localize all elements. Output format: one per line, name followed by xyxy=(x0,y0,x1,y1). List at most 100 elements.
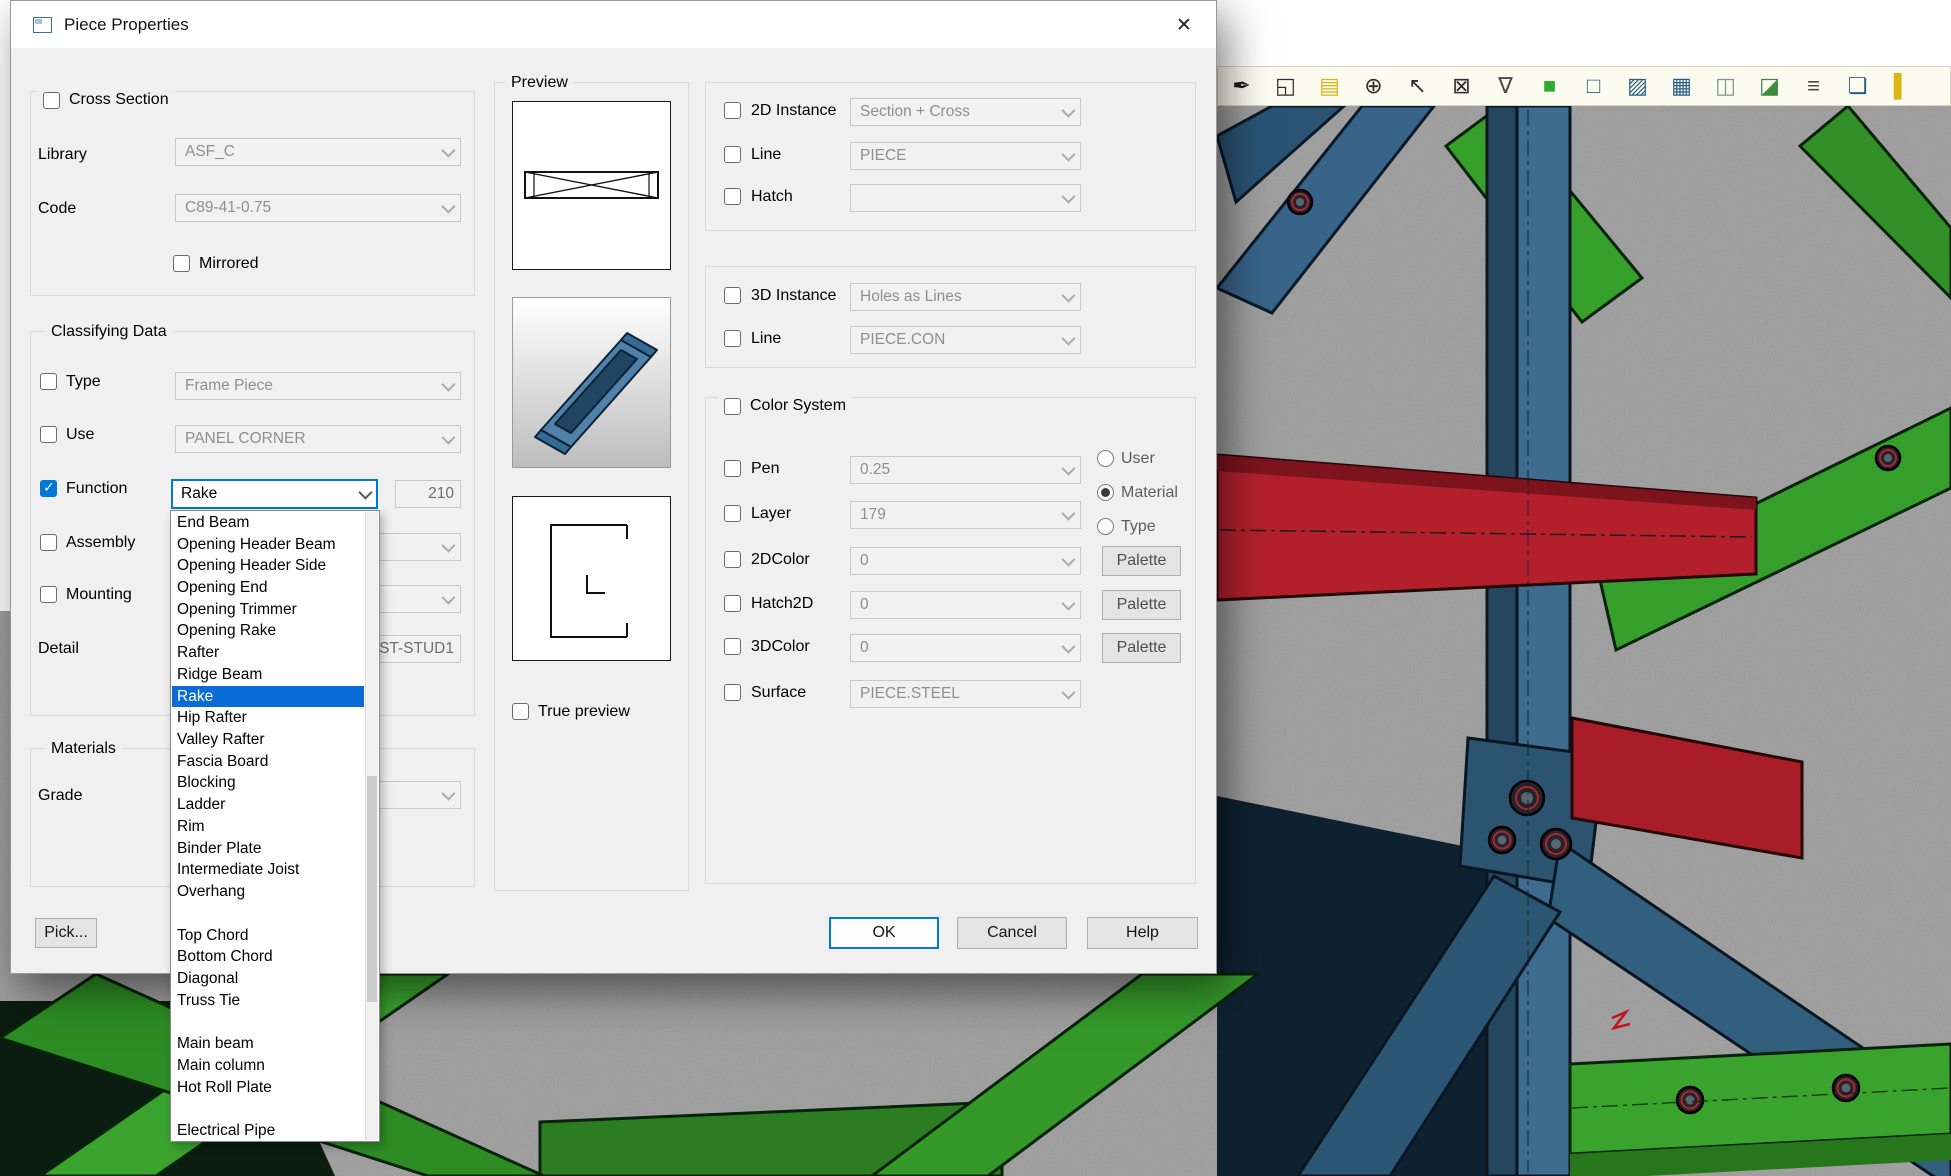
ruler-icon[interactable]: ▤ xyxy=(1309,69,1350,103)
function-option[interactable]: Diagonal xyxy=(172,968,364,990)
ghost-cube-icon[interactable]: ◫ xyxy=(1705,69,1746,103)
function-option[interactable]: Main column xyxy=(172,1055,364,1077)
instance-2d-checkbox[interactable] xyxy=(724,102,741,119)
color-type-radio[interactable] xyxy=(1097,518,1114,535)
function-option[interactable]: Rim xyxy=(172,816,364,838)
mounting-checkbox[interactable] xyxy=(40,586,57,603)
color2d-palette-button[interactable]: Palette xyxy=(1102,546,1181,576)
dialog-titlebar[interactable]: Piece Properties xyxy=(11,1,1216,48)
function-option[interactable]: Valley Rafter xyxy=(172,729,364,751)
filter-icon[interactable]: ∇ xyxy=(1485,69,1526,103)
list-icon[interactable]: ≡ xyxy=(1793,69,1834,103)
hatch-checkbox[interactable] xyxy=(724,188,741,205)
select-solid-cube-icon[interactable]: ◪ xyxy=(1749,69,1790,103)
function-option[interactable]: Hot Roll Plate xyxy=(172,1077,364,1099)
wireframe-cube-icon[interactable]: □ xyxy=(1573,69,1614,103)
shaded-cube-icon[interactable]: ■ xyxy=(1529,69,1570,103)
line-3d-select[interactable]: PIECE.CON xyxy=(850,326,1081,354)
function-option[interactable]: Ladder xyxy=(172,794,364,816)
color-system-checkbox[interactable] xyxy=(724,398,741,415)
color3d-checkbox[interactable] xyxy=(724,638,741,655)
function-option[interactable]: Top Chord xyxy=(172,925,364,947)
function-option[interactable]: Truss Tie xyxy=(172,990,364,1012)
instance-3d-select[interactable]: Holes as Lines xyxy=(850,283,1081,311)
hatch2d-checkbox[interactable] xyxy=(724,595,741,612)
function-option[interactable]: Opening End xyxy=(172,577,364,599)
scrollbar-thumb[interactable] xyxy=(367,776,377,1002)
pen-checkbox[interactable] xyxy=(724,460,741,477)
ok-button[interactable]: OK xyxy=(829,917,939,949)
type-checkbox[interactable] xyxy=(40,373,57,390)
type-select[interactable]: Frame Piece xyxy=(175,372,461,400)
function-option[interactable] xyxy=(172,1098,364,1120)
function-select[interactable]: Rake xyxy=(171,479,378,509)
help-button[interactable]: Help xyxy=(1087,917,1198,949)
function-option[interactable]: Ridge Beam xyxy=(172,664,364,686)
library-select[interactable]: ASF_C xyxy=(175,138,461,166)
close-icon[interactable]: ✕ xyxy=(1164,7,1204,43)
function-id-field[interactable]: 210 xyxy=(395,480,461,508)
instance-3d-checkbox[interactable] xyxy=(724,287,741,304)
hatch2d-select[interactable]: 0 xyxy=(850,591,1081,619)
assembly-checkbox[interactable] xyxy=(40,534,57,551)
mirrored-checkbox[interactable] xyxy=(173,255,190,272)
function-option[interactable]: Blocking xyxy=(172,773,364,795)
function-option[interactable]: Intermediate Joist xyxy=(172,860,364,882)
hatch2d-palette-button[interactable]: Palette xyxy=(1102,590,1181,620)
chevron-down-icon xyxy=(434,139,460,165)
color3d-palette-button[interactable]: Palette xyxy=(1102,633,1181,663)
use-label: Use xyxy=(66,425,94,445)
function-option[interactable] xyxy=(172,903,364,925)
function-option[interactable]: End Beam xyxy=(172,512,364,534)
function-option[interactable]: Rake xyxy=(172,686,364,708)
color-user-radio[interactable] xyxy=(1097,450,1114,467)
color3d-select[interactable]: 0 xyxy=(850,634,1081,662)
function-list-scrollbar[interactable] xyxy=(365,512,378,1140)
function-option[interactable]: Bottom Chord xyxy=(172,946,364,968)
pick-cursor-icon[interactable]: ↖ xyxy=(1397,69,1438,103)
hatch-select[interactable] xyxy=(850,184,1081,212)
pushpin-icon[interactable]: ✒ xyxy=(1221,69,1262,103)
line-3d-checkbox[interactable] xyxy=(724,330,741,347)
function-option[interactable]: Opening Rake xyxy=(172,621,364,643)
instance-2d-select[interactable]: Section + Cross xyxy=(850,98,1081,126)
code-select[interactable]: C89-41-0.75 xyxy=(175,194,461,222)
color2d-checkbox[interactable] xyxy=(724,551,741,568)
erase-cursor-icon[interactable]: ⊠ xyxy=(1441,69,1482,103)
cross-section-label: Cross Section xyxy=(69,91,169,109)
function-option[interactable]: Opening Header Side xyxy=(172,555,364,577)
function-option[interactable]: Hip Rafter xyxy=(172,707,364,729)
fit-view-icon[interactable]: ◱ xyxy=(1265,69,1306,103)
function-option[interactable]: Binder Plate xyxy=(172,838,364,860)
layer-checkbox[interactable] xyxy=(724,505,741,522)
line-2d-select[interactable]: PIECE xyxy=(850,142,1081,170)
function-option[interactable]: Rafter xyxy=(172,642,364,664)
color2d-select[interactable]: 0 xyxy=(850,547,1081,575)
function-option[interactable]: Opening Trimmer xyxy=(172,599,364,621)
use-checkbox[interactable] xyxy=(40,426,57,443)
function-option[interactable]: Opening Header Beam xyxy=(172,534,364,556)
function-option[interactable]: Overhang xyxy=(172,881,364,903)
function-option[interactable]: Main beam xyxy=(172,1033,364,1055)
surface-checkbox[interactable] xyxy=(724,684,741,701)
clipped-edge-icon[interactable]: ▌ xyxy=(1881,69,1922,103)
function-checkbox[interactable] xyxy=(40,480,57,497)
pick-button[interactable]: Pick... xyxy=(35,918,97,948)
chevron-down-icon xyxy=(1054,635,1080,661)
function-option[interactable] xyxy=(172,1012,364,1034)
true-preview-checkbox[interactable] xyxy=(512,703,529,720)
function-option[interactable]: Fascia Board xyxy=(172,751,364,773)
snap-cursor-icon[interactable]: ⊕ xyxy=(1353,69,1394,103)
cancel-button[interactable]: Cancel xyxy=(957,917,1067,949)
layer-select[interactable]: 179 xyxy=(850,501,1081,529)
hiddenline-cube-icon[interactable]: ▨ xyxy=(1617,69,1658,103)
outline-cube-icon[interactable]: ▦ xyxy=(1661,69,1702,103)
line-2d-checkbox[interactable] xyxy=(724,146,741,163)
use-select[interactable]: PANEL CORNER xyxy=(175,425,461,453)
color-material-radio[interactable] xyxy=(1097,484,1114,501)
surface-select[interactable]: PIECE.STEEL xyxy=(850,680,1081,708)
pen-select[interactable]: 0.25 xyxy=(850,456,1081,484)
function-option[interactable]: Electrical Pipe xyxy=(172,1120,364,1140)
layers-icon[interactable]: ❏ xyxy=(1837,69,1878,103)
cross-section-checkbox[interactable] xyxy=(43,92,60,109)
